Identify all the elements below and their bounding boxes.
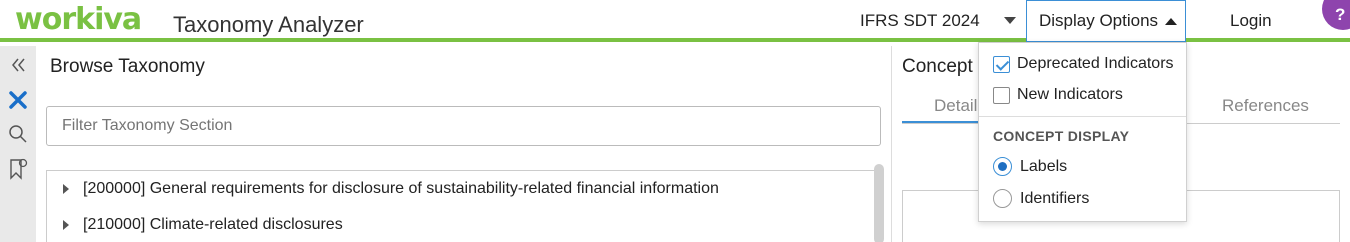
deprecated-indicators-label: Deprecated Indicators — [1017, 55, 1174, 72]
deprecated-indicators-option[interactable]: Deprecated Indicators — [993, 55, 1174, 73]
chevron-down-icon[interactable] — [1004, 17, 1016, 24]
expand-icon[interactable] — [63, 220, 69, 230]
app-title: Taxonomy Analyzer — [173, 12, 364, 37]
taxonomy-tree: [200000] General requirements for disclo… — [46, 170, 876, 242]
tree-item[interactable]: [200000] General requirements for disclo… — [47, 174, 719, 204]
search-icon[interactable] — [7, 124, 29, 146]
tab-details[interactable]: Details — [902, 96, 986, 124]
tab-references[interactable]: References — [1222, 96, 1309, 116]
workiva-logo[interactable]: workiva — [15, 2, 142, 37]
labels-radio[interactable] — [993, 157, 1012, 176]
display-options-label: Display Options — [1039, 11, 1159, 30]
left-rail — [0, 46, 36, 242]
tree-item[interactable]: [210000] Climate-related disclosures — [47, 210, 343, 240]
labels-label: Labels — [1020, 157, 1068, 175]
browse-taxonomy-panel: Browse Taxonomy [200000] General require… — [36, 46, 892, 242]
collapse-icon[interactable] — [7, 56, 29, 78]
display-options-button[interactable]: Display Options — [1026, 0, 1186, 42]
display-options-menu: Deprecated Indicators New Indicators CON… — [978, 42, 1187, 222]
app-header: workiva Taxonomy Analyzer IFRS SDT 2024 … — [0, 0, 1350, 42]
browse-taxonomy-title: Browse Taxonomy — [50, 56, 205, 77]
concept-title: Concept — [902, 56, 973, 77]
expand-icon[interactable] — [63, 184, 69, 194]
concept-display-heading: CONCEPT DISPLAY — [993, 128, 1130, 144]
tree-item-label: [210000] Climate-related disclosures — [83, 216, 343, 233]
new-indicators-label: New Indicators — [1017, 86, 1123, 103]
menu-divider — [979, 116, 1186, 117]
login-button[interactable]: Login — [1230, 11, 1272, 31]
identifiers-option[interactable]: Identifiers — [993, 189, 1089, 208]
chevron-up-icon — [1165, 17, 1178, 25]
scrollbar[interactable] — [874, 164, 884, 242]
new-indicators-checkbox[interactable] — [993, 86, 1010, 104]
tree-item-label: [200000] General requirements for disclo… — [83, 180, 719, 197]
labels-option[interactable]: Labels — [993, 157, 1067, 176]
deprecated-indicators-checkbox[interactable] — [993, 55, 1010, 73]
identifiers-label: Identifiers — [1020, 189, 1090, 207]
xbrl-icon[interactable] — [7, 90, 29, 112]
filter-taxonomy-input[interactable] — [46, 106, 881, 146]
new-indicators-option[interactable]: New Indicators — [993, 86, 1123, 104]
bookmark-icon[interactable] — [7, 158, 29, 180]
taxonomy-select[interactable]: IFRS SDT 2024 — [860, 10, 980, 32]
identifiers-radio[interactable] — [993, 189, 1012, 208]
